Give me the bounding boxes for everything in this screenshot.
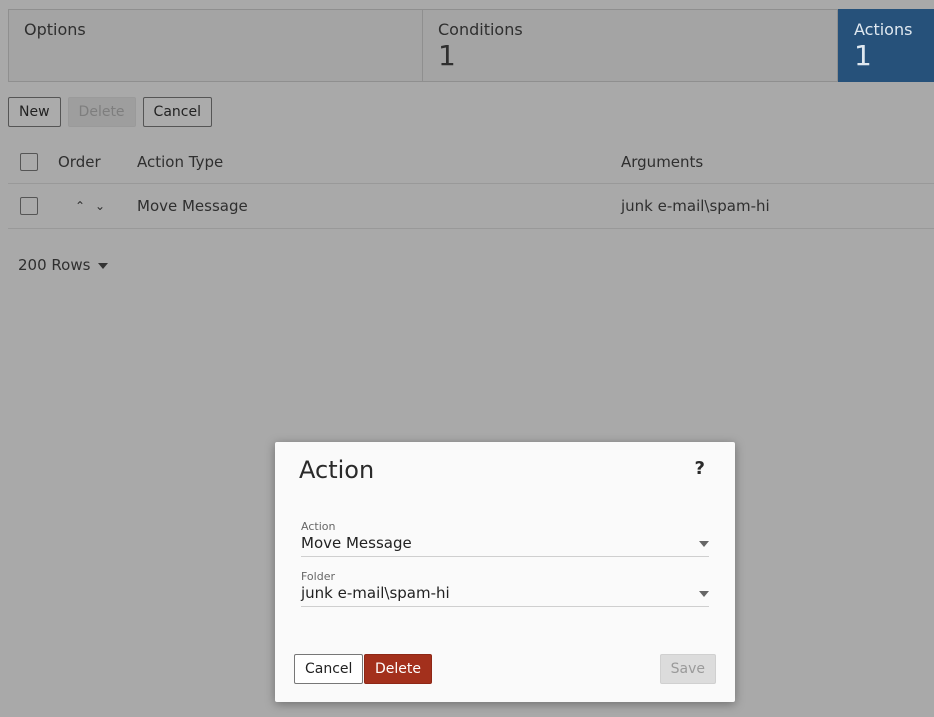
tab-options-label: Options xyxy=(24,20,86,39)
dialog-delete-button[interactable]: Delete xyxy=(364,654,432,684)
rows-per-page-label: 200 Rows xyxy=(18,256,91,274)
tab-conditions-count: 1 xyxy=(438,39,456,72)
dialog-save-button[interactable]: Save xyxy=(659,654,716,684)
tab-actions[interactable]: Actions 1 xyxy=(838,9,934,82)
order-controls: ⌃ ⌄ xyxy=(70,184,110,228)
move-down-icon[interactable]: ⌄ xyxy=(90,199,110,213)
help-icon[interactable]: ? xyxy=(695,458,705,479)
action-field-value: Move Message xyxy=(301,534,412,552)
actions-grid: Order Action Type Arguments ⌃ ⌄ Move Mess… xyxy=(8,140,934,229)
chevron-down-icon xyxy=(699,541,709,547)
select-all-checkbox[interactable] xyxy=(20,152,38,171)
header-action-type[interactable]: Action Type xyxy=(137,140,223,183)
tab-actions-label: Actions xyxy=(854,20,913,39)
table-row[interactable]: ⌃ ⌄ Move Message junk e-mail\spam-hi xyxy=(8,184,934,229)
chevron-down-icon xyxy=(699,591,709,597)
tab-conditions-label: Conditions xyxy=(438,20,523,39)
action-select[interactable]: Action Move Message xyxy=(301,520,709,557)
header-order[interactable]: Order xyxy=(58,140,101,183)
folder-field-value: junk e-mail\spam-hi xyxy=(301,584,450,602)
header-arguments[interactable]: Arguments xyxy=(621,140,703,183)
move-up-icon[interactable]: ⌃ xyxy=(70,199,90,213)
action-dialog: Action ? Action Move Message Folder junk… xyxy=(275,442,735,702)
tab-conditions[interactable]: Conditions 1 xyxy=(423,9,838,82)
tab-bar: Options Conditions 1 Actions 1 xyxy=(8,9,934,82)
delete-button[interactable]: Delete xyxy=(67,97,136,127)
chevron-down-icon xyxy=(98,263,109,269)
folder-field-label: Folder xyxy=(301,570,335,583)
dialog-cancel-button[interactable]: Cancel xyxy=(294,654,364,684)
toolbar: New Delete Cancel xyxy=(8,97,219,127)
cancel-button[interactable]: Cancel xyxy=(142,97,212,127)
rows-per-page-select[interactable]: 200 Rows xyxy=(18,256,109,274)
action-field-label: Action xyxy=(301,520,336,533)
tab-actions-count: 1 xyxy=(854,39,872,72)
row-arguments: junk e-mail\spam-hi xyxy=(621,197,770,215)
tab-options[interactable]: Options xyxy=(8,9,423,82)
row-action-type: Move Message xyxy=(137,197,248,215)
folder-select[interactable]: Folder junk e-mail\spam-hi xyxy=(301,570,709,607)
select-all-cell xyxy=(20,140,38,183)
row-select-cell xyxy=(20,184,38,228)
new-button[interactable]: New xyxy=(8,97,61,127)
row-checkbox[interactable] xyxy=(20,197,38,215)
dialog-title: Action xyxy=(299,456,375,484)
grid-header: Order Action Type Arguments xyxy=(8,140,934,184)
